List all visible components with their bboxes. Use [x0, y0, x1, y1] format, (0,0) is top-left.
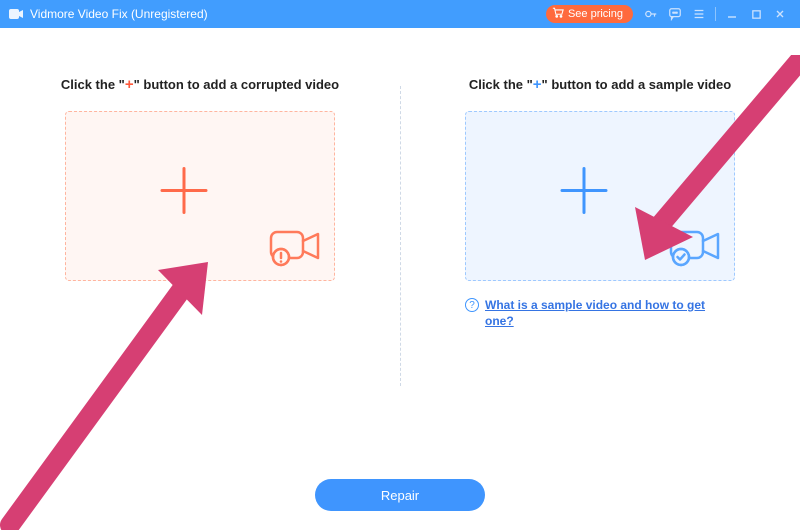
menu-icon[interactable] [687, 2, 711, 26]
footer: Repair [0, 479, 800, 511]
instr-text: Click the " [61, 77, 125, 92]
camera-check-icon [668, 225, 724, 272]
camera-error-icon [268, 225, 324, 272]
see-pricing-button[interactable]: See pricing [546, 5, 633, 23]
window-title: Vidmore Video Fix (Unregistered) [30, 7, 208, 21]
sample-help-link[interactable]: What is a sample video and how to get on… [485, 297, 735, 329]
plus-glyph-blue: + [533, 76, 542, 93]
question-icon: ? [465, 298, 479, 312]
see-pricing-label: See pricing [568, 8, 623, 20]
plus-glyph-red: + [125, 76, 134, 93]
sample-help-row: ? What is a sample video and how to get … [465, 297, 735, 329]
sample-instruction: Click the "+" button to add a sample vid… [469, 76, 731, 93]
app-logo-icon [8, 6, 24, 22]
cart-icon [552, 7, 564, 21]
corrupted-video-panel: Click the "+" button to add a corrupted … [0, 76, 400, 478]
corrupted-instruction: Click the "+" button to add a corrupted … [61, 76, 339, 93]
sample-video-panel: Click the "+" button to add a sample vid… [400, 76, 800, 478]
titlebar: Vidmore Video Fix (Unregistered) See pri… [0, 0, 800, 28]
instr-text: " button to add a sample video [542, 77, 732, 92]
close-icon[interactable] [768, 2, 792, 26]
feedback-icon[interactable] [663, 2, 687, 26]
vertical-divider [400, 86, 401, 386]
repair-button[interactable]: Repair [315, 479, 485, 511]
maximize-icon[interactable] [744, 2, 768, 26]
titlebar-separator [715, 7, 716, 21]
add-corrupted-video-dropzone[interactable] [65, 111, 335, 281]
instr-text: " button to add a corrupted video [134, 77, 340, 92]
plus-icon [152, 158, 216, 227]
minimize-icon[interactable] [720, 2, 744, 26]
add-sample-video-dropzone[interactable] [465, 111, 735, 281]
plus-icon [552, 158, 616, 227]
instr-text: Click the " [469, 77, 533, 92]
key-icon[interactable] [639, 2, 663, 26]
main-content: Click the "+" button to add a corrupted … [0, 28, 800, 478]
